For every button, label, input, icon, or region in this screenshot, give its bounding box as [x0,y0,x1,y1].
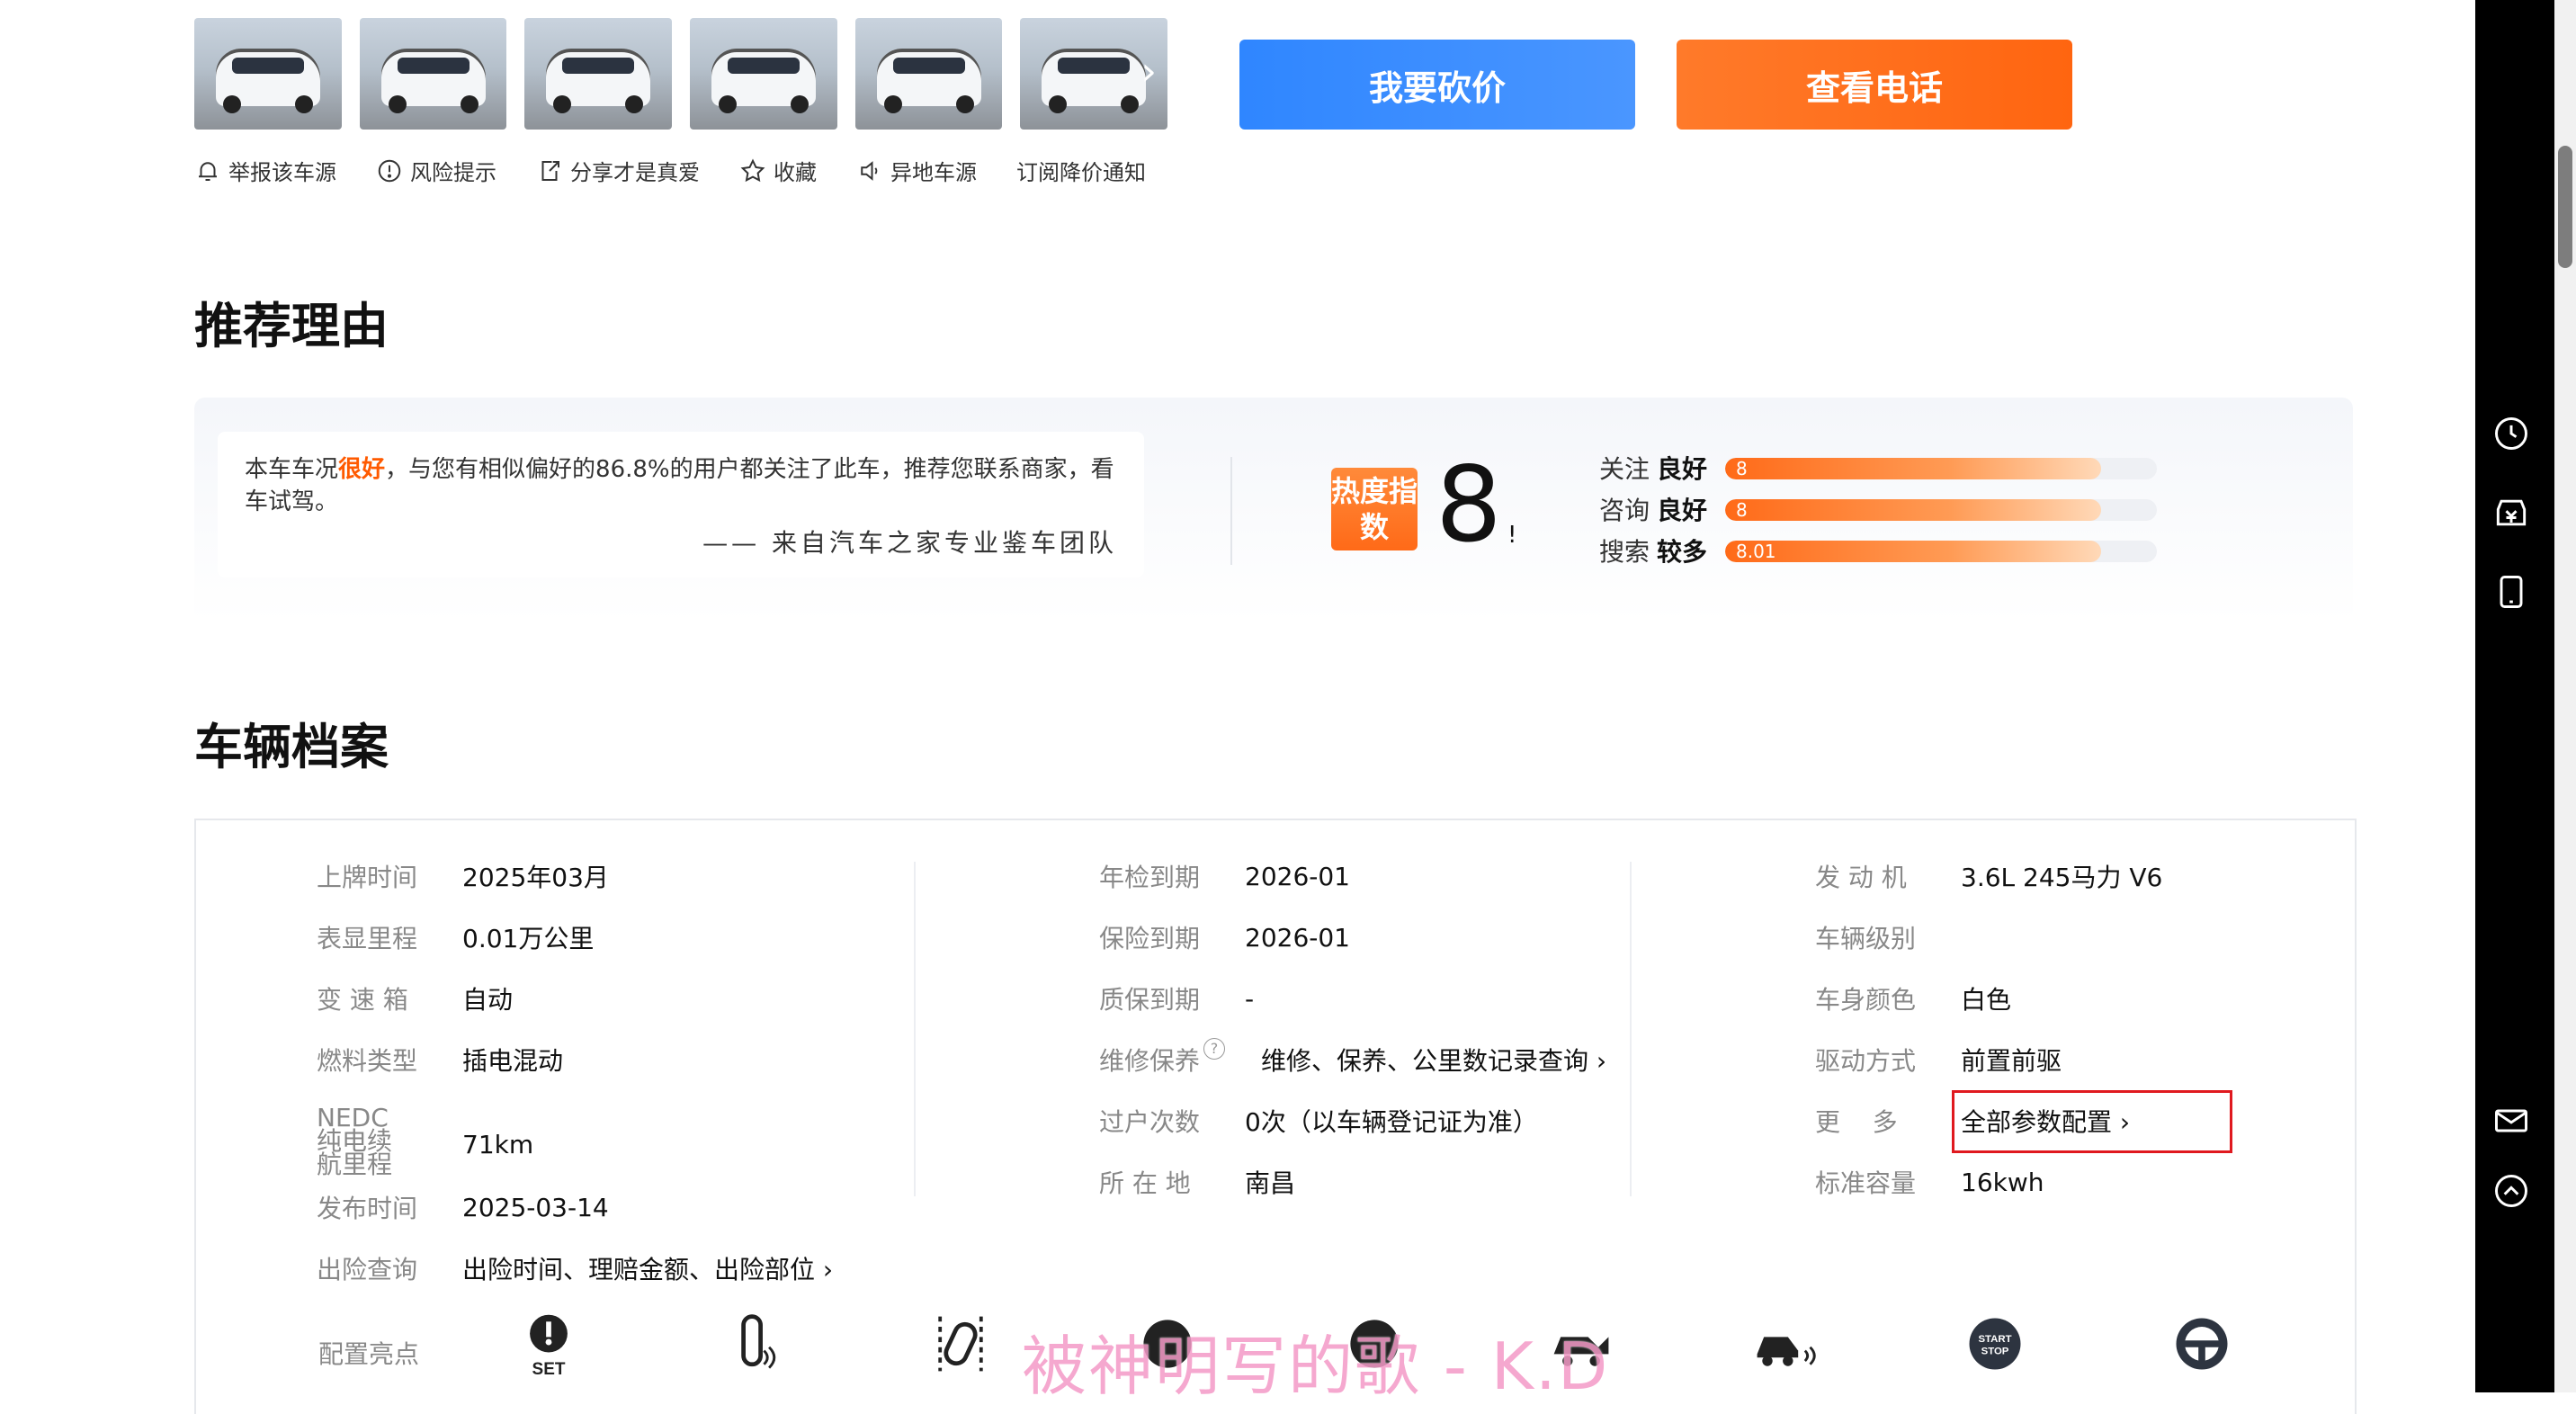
archive-row: 发 动 机 3.6L 245马力 V6 [1815,863,2163,892]
steering-wheel-icon [2176,1318,2228,1370]
gallery-thumb[interactable]: › [1020,18,1168,130]
share-link[interactable]: 分享才是真爱 [536,155,700,186]
bell-icon [199,161,217,181]
photo-gallery: › [194,18,1168,131]
archive-row: 发布时间 2025-03-14 [317,1192,609,1224]
archive-row: 车辆级别 [1815,924,1917,953]
archive-row: 车身颜色 白色 [1815,985,2012,1015]
recommend-text: 本车车况很好，与您有相似偏好的86.8%的用户都关注了此车，推荐您联系商家，看车… [245,456,1114,515]
listing-actions: 举报该车源 风险提示 分享才是真爱 收藏 异地车源 订阅降价通知 [194,155,1146,186]
action-label: 收藏 [774,160,817,185]
tpms-set-icon: SET [530,1314,568,1378]
archive-row: 表显里程 0.01万公里 [317,924,595,953]
arrow-up-icon[interactable] [2491,1171,2531,1211]
heat-bar-track: 8 [1725,499,2157,521]
gallery-thumb[interactable] [359,18,507,130]
maintenance-record-link[interactable]: 维修、保养、公里数记录查询 › [1261,1042,1606,1078]
chevron-right-icon[interactable]: › [1140,52,1157,92]
action-label: 订阅降价通知 [1016,160,1146,185]
column-divider [914,862,916,1196]
door-icon [938,1316,983,1372]
start-stop-icon: STARTSTOP [1969,1318,2021,1370]
archive-row: 上牌时间 2025年03月 [317,863,609,892]
highlight-box [1952,1090,2232,1153]
gallery-thumb[interactable] [690,18,837,130]
parking-sensor-icon [1757,1337,1816,1366]
alert-circle-icon [378,159,401,182]
heat-bar-track: 8.01 [1725,541,2157,562]
report-listing-link[interactable]: 举报该车源 [194,155,336,186]
bargain-button[interactable]: 我要砍价 [1239,40,1635,130]
archive-row: 驱动方式 前置前驱 [1815,1046,2062,1076]
svg-text:START: START [1978,1334,2011,1345]
scrollbar[interactable] [2554,0,2576,1392]
gallery-thumb[interactable] [854,18,1003,130]
archive-row: 维修保养? 维修、保养、公里数记录查询 › [1099,1038,1607,1076]
archive-row: 变 速 箱自动 [317,985,514,1015]
claims-query-link[interactable]: 出险时间、理赔金额、出险部位 › [462,1250,833,1286]
mobile-icon[interactable] [2491,572,2531,612]
heat-index-value: 8 [1436,444,1502,566]
archive-row: 保险到期 2026-01 [1099,922,1350,954]
gallery-thumb[interactable] [524,18,673,130]
archive-row: 年检到期 2026-01 [1099,861,1350,893]
price-drop-subscribe-link[interactable]: 订阅降价通知 [1016,155,1146,186]
clock-icon[interactable] [2491,414,2531,453]
star-icon [740,157,765,182]
heat-bar-track: 8 [1725,458,2157,479]
archive-row: 质保到期 - [1099,983,1255,1016]
archive-row: 所 在 地南昌 [1099,1168,1296,1198]
archive-title: 车辆档案 [194,719,389,775]
recommend-signature: —— 来自汽车之家专业鉴车团队 [702,528,1117,558]
archive-row: 更 多全部参数配置 › [1815,1103,2130,1139]
recommend-card: 本车车况很好，与您有相似偏好的86.8%的用户都关注了此车，推荐您联系商家，看车… [218,432,1144,577]
mail-icon[interactable] [2491,1101,2531,1141]
heat-index-info-icon[interactable]: ! [1507,522,1516,549]
column-divider [1630,862,1632,1196]
archive-row: NEDC纯电续航里程 71km [317,1103,534,1179]
view-phone-button[interactable]: 查看电话 [1677,40,2072,130]
heat-bar-row: 咨询 良好 8 [1599,493,2157,525]
gallery-thumb[interactable] [194,18,342,130]
action-label: 异地车源 [890,160,977,185]
key-icon [741,1314,776,1369]
archive-row: 过户次数 0次（以车辆登记证为准） [1099,1107,1538,1137]
favorite-link[interactable]: 收藏 [739,155,817,186]
remote-source-link[interactable]: 异地车源 [856,155,977,186]
archive-row: 燃料类型 插电混动 [317,1046,564,1076]
svg-text:SET: SET [532,1360,566,1378]
recommend-title: 推荐理由 [194,298,389,354]
help-icon[interactable]: ? [1203,1038,1225,1060]
divider [1230,457,1232,565]
heat-bar-fill [1725,541,2101,562]
price-tag-icon[interactable] [2491,493,2531,532]
heat-bar-fill [1725,499,2101,521]
config-highlights-label: 配置亮点 [318,1339,420,1369]
action-label: 风险提示 [410,160,496,185]
recommend-panel: 本车车况很好，与您有相似偏好的86.8%的用户都关注了此车，推荐您联系商家，看车… [194,398,2353,622]
condition-highlight: 很好 [338,456,386,483]
svg-text:STOP: STOP [1981,1346,2009,1356]
heat-bar-row: 搜索 较多 8.01 [1599,534,2157,567]
heat-bar-row: 关注 良好 8 [1599,452,2157,484]
watermark: 被神明写的歌 - K.D [1022,1329,1610,1404]
share-icon [541,160,559,181]
action-label: 举报该车源 [228,160,336,185]
speaker-icon [861,160,878,181]
archive-row: 标准容量 16kwh [1815,1167,2044,1199]
archive-row: 出险查询 出险时间、理赔金额、出险部位 › [317,1250,833,1286]
risk-tips-link[interactable]: 风险提示 [376,155,496,186]
heat-index-badge: 热度指数 [1331,468,1418,550]
action-label: 分享才是真爱 [570,160,700,185]
heat-bar-fill [1725,458,2101,479]
scrollbar-thumb[interactable] [2558,146,2572,268]
